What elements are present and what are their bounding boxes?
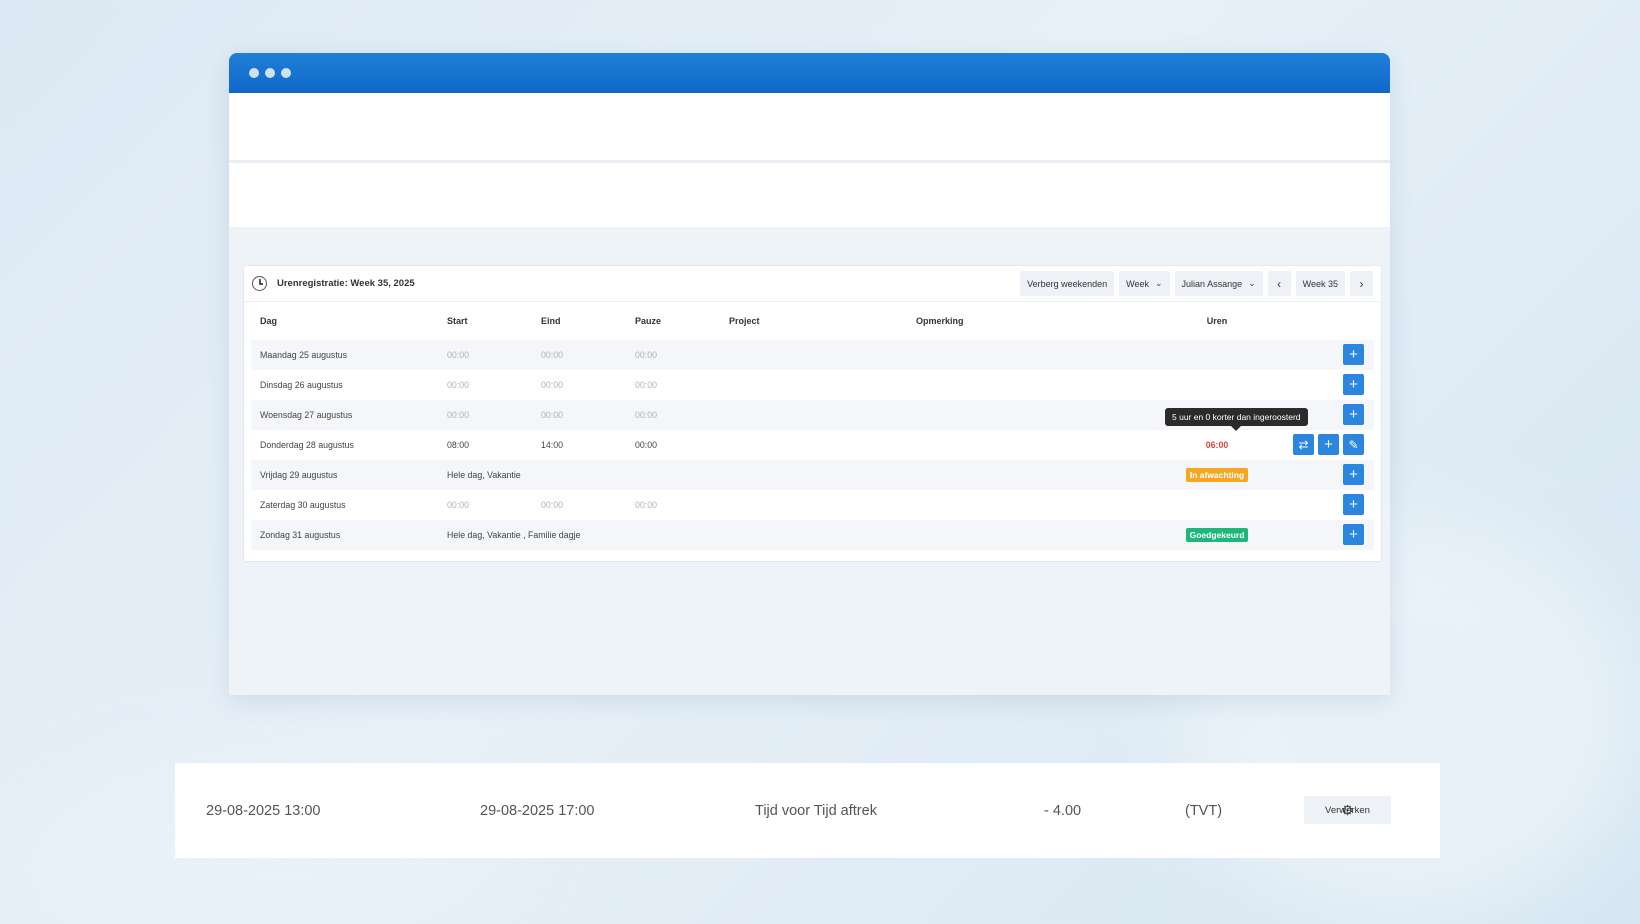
row-actions: + — [1343, 344, 1364, 365]
row-actions: + — [1343, 404, 1364, 425]
row-day: Maandag 25 augustus — [260, 350, 348, 360]
column-header-pauze: Pauze — [635, 316, 662, 326]
column-header-project: Project — [729, 316, 760, 326]
row-status-cell: In afwachting — [1161, 468, 1273, 482]
column-header-dag: Dag — [260, 316, 278, 326]
row-actions: + — [1343, 374, 1364, 395]
row-break: 00:00 — [635, 410, 658, 420]
column-header-uren: Uren — [1206, 316, 1228, 326]
row-end: 00:00 — [541, 410, 564, 420]
hours-tooltip: 5 uur en 0 korter dan ingeroosterd — [1165, 408, 1308, 431]
request-start: 29-08-2025 13:00 — [206, 802, 321, 819]
row-status-cell: Goedgekeurd — [1161, 528, 1273, 542]
request-end: 29-08-2025 17:00 — [480, 802, 595, 819]
row-hours: 06:00 — [1205, 440, 1229, 450]
column-header-eind: Eind — [541, 316, 561, 326]
add-entry-button[interactable]: + — [1343, 524, 1364, 545]
status-badge: Goedgekeurd — [1185, 528, 1249, 542]
add-entry-button[interactable]: + — [1343, 464, 1364, 485]
row-day: Donderdag 28 augustus — [260, 440, 354, 450]
time-registration-card: Urenregistratie: Week 35, 2025 Verberg w… — [243, 265, 1382, 562]
hide-weekends-button[interactable]: Verberg weekenden — [1020, 271, 1115, 296]
add-entry-button[interactable]: + — [1343, 494, 1364, 515]
add-entry-button[interactable]: + — [1343, 344, 1364, 365]
row-leave-note: Hele dag, Vakantie — [447, 470, 521, 480]
card-title: Urenregistratie: Week 35, 2025 — [277, 278, 415, 289]
edit-pencil-icon[interactable]: ✎ — [1343, 434, 1364, 455]
week-label[interactable]: Week 35 — [1295, 271, 1345, 296]
row-day: Zondag 31 augustus — [260, 530, 341, 540]
window-dot — [265, 68, 275, 78]
row-start: 00:00 — [447, 410, 470, 420]
chevron-down-icon: ⌄ — [1155, 278, 1163, 288]
request-type: Tijd voor Tijd aftrek — [755, 802, 877, 819]
row-start: 00:00 — [447, 500, 470, 510]
row-end: 00:00 — [541, 380, 564, 390]
swap-icon[interactable]: ⇄ — [1293, 434, 1314, 455]
column-header-opmerking: Opmerking — [916, 316, 964, 326]
row-start: 08:00 — [447, 440, 470, 450]
table-row: Zondag 31 augustus Hele dag, Vakantie , … — [251, 520, 1374, 550]
row-break: 00:00 — [635, 350, 658, 360]
process-button-label: Verwerken — [1325, 804, 1370, 816]
row-break: 00:00 — [635, 440, 658, 450]
row-start: 00:00 — [447, 350, 470, 360]
table-row: Donderdag 28 augustus 08:00 14:00 00:00 … — [251, 408, 1374, 460]
table-header: Dag Start Eind Pauze Project Opmerking U… — [244, 302, 1381, 340]
table-row: Vrijdag 29 augustus Hele dag, Vakantie I… — [251, 460, 1374, 490]
app-header — [229, 93, 1390, 163]
row-day: Zaterdag 30 augustus — [260, 500, 346, 510]
row-end: 00:00 — [541, 500, 564, 510]
row-end: 00:00 — [541, 350, 564, 360]
row-break: 00:00 — [635, 380, 658, 390]
request-amount: - 4.00 — [1044, 802, 1082, 819]
leave-request-bar: 29-08-2025 13:00 29-08-2025 17:00 Tijd v… — [175, 763, 1440, 858]
add-entry-button[interactable]: + — [1343, 404, 1364, 425]
row-day: Vrijdag 29 augustus — [260, 470, 338, 480]
clock-icon — [252, 276, 267, 291]
table-row: Zaterdag 30 augustus 00:00 00:00 00:00 + — [251, 490, 1374, 520]
row-day: Dinsdag 26 augustus — [260, 380, 343, 390]
window-dot — [249, 68, 259, 78]
row-end: 14:00 — [541, 440, 564, 450]
view-select-label: Week — [1126, 278, 1149, 289]
window-titlebar — [229, 53, 1390, 93]
column-header-start: Start — [447, 316, 468, 326]
row-actions: + — [1343, 524, 1364, 545]
process-button[interactable]: ⚙ Verwerken — [1304, 796, 1391, 824]
next-week-button[interactable]: › — [1350, 271, 1373, 296]
table-row: Dinsdag 26 augustus 00:00 00:00 00:00 + — [251, 370, 1374, 400]
row-actions: + — [1343, 464, 1364, 485]
user-select-label: Julian Assange — [1181, 278, 1243, 289]
card-toolbar: Verberg weekenden Week ⌄ Julian Assange … — [1020, 271, 1373, 296]
status-badge: In afwachting — [1185, 468, 1249, 482]
row-day: Woensdag 27 augustus — [260, 410, 353, 420]
row-start: 00:00 — [447, 380, 470, 390]
window-dot — [281, 68, 291, 78]
user-select[interactable]: Julian Assange ⌄ — [1174, 271, 1263, 296]
browser-window: Urenregistratie: Week 35, 2025 Verberg w… — [229, 53, 1390, 695]
table-row: Maandag 25 augustus 00:00 00:00 00:00 + — [251, 340, 1374, 370]
add-entry-button[interactable]: + — [1343, 374, 1364, 395]
app-subheader — [229, 163, 1390, 227]
request-code: (TVT) — [1185, 802, 1223, 819]
chevron-down-icon: ⌄ — [1248, 278, 1256, 288]
row-leave-note: Hele dag, Vakantie , Familie dagje — [447, 530, 581, 540]
previous-week-button[interactable]: ‹ — [1267, 271, 1291, 296]
view-select[interactable]: Week ⌄ — [1119, 271, 1170, 296]
row-actions: + — [1343, 494, 1364, 515]
card-header: Urenregistratie: Week 35, 2025 Verberg w… — [244, 266, 1381, 302]
row-break: 00:00 — [635, 500, 658, 510]
add-entry-button[interactable]: + — [1318, 434, 1339, 455]
row-actions: ⇄ + ✎ — [1293, 434, 1364, 455]
